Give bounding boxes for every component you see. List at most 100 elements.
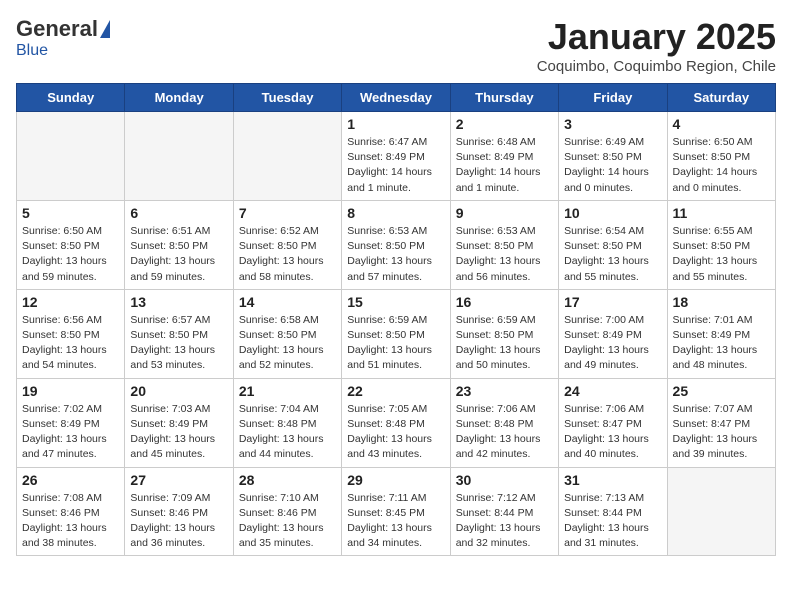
day-number: 11 xyxy=(673,205,770,221)
calendar-cell: 16Sunrise: 6:59 AM Sunset: 8:50 PM Dayli… xyxy=(450,289,558,378)
day-number: 31 xyxy=(564,472,661,488)
calendar-cell: 22Sunrise: 7:05 AM Sunset: 8:48 PM Dayli… xyxy=(342,378,450,467)
day-of-week-header: Monday xyxy=(125,84,233,112)
day-info: Sunrise: 6:59 AM Sunset: 8:50 PM Dayligh… xyxy=(347,313,444,374)
calendar-table: SundayMondayTuesdayWednesdayThursdayFrid… xyxy=(16,83,776,556)
calendar-cell: 8 Sunrise: 6:53 AM Sunset: 8:50 PM Daylig… xyxy=(342,200,450,289)
calendar-cell: 14 Sunrise: 6:58 AM Sunset: 8:50 PM Dayli… xyxy=(233,289,341,378)
day-number: 19 xyxy=(22,383,119,399)
calendar-cell: 4 Sunrise: 6:50 AM Sunset: 8:50 PM Daylig… xyxy=(667,112,775,201)
day-number: 13 xyxy=(130,294,227,310)
calendar-cell: 18 Sunrise: 7:01 AM Sunset: 8:49 PM Dayli… xyxy=(667,289,775,378)
day-number: 27 xyxy=(130,472,227,488)
logo-blue-text: Blue xyxy=(16,42,48,60)
day-info: Sunrise: 7:10 AM Sunset: 8:46 PM Dayligh… xyxy=(239,491,336,552)
day-info: Sunrise: 7:06 AM Sunset: 8:48 PM Dayligh… xyxy=(456,402,553,463)
day-info: Sunrise: 6:57 AM Sunset: 8:50 PM Dayligh… xyxy=(130,313,227,374)
day-of-week-header: Saturday xyxy=(667,84,775,112)
calendar-cell: 9 Sunrise: 6:53 AM Sunset: 8:50 PM Daylig… xyxy=(450,200,558,289)
calendar-cell: 23 Sunrise: 7:06 AM Sunset: 8:48 PM Dayli… xyxy=(450,378,558,467)
day-info: Sunrise: 7:07 AM Sunset: 8:47 PM Dayligh… xyxy=(673,402,770,463)
day-number: 5 xyxy=(22,205,119,221)
calendar-cell: 17 Sunrise: 7:00 AM Sunset: 8:49 PM Dayli… xyxy=(559,289,667,378)
title-block: January 2025 Coquimbo, Coquimbo Region, … xyxy=(537,16,776,75)
calendar-cell xyxy=(233,112,341,201)
logo-general-text: General xyxy=(16,16,98,42)
day-number: 17 xyxy=(564,294,661,310)
day-info: Sunrise: 7:02 AM Sunset: 8:49 PM Dayligh… xyxy=(22,402,119,463)
calendar-cell: 7 Sunrise: 6:52 AM Sunset: 8:50 PM Daylig… xyxy=(233,200,341,289)
calendar-cell xyxy=(125,112,233,201)
day-info: Sunrise: 7:08 AM Sunset: 8:46 PM Dayligh… xyxy=(22,491,119,552)
day-number: 9 xyxy=(456,205,553,221)
day-info: Sunrise: 6:58 AM Sunset: 8:50 PM Dayligh… xyxy=(239,313,336,374)
day-number: 6 xyxy=(130,205,227,221)
day-info: Sunrise: 6:49 AM Sunset: 8:50 PM Dayligh… xyxy=(564,135,661,196)
day-info: Sunrise: 6:47 AM Sunset: 8:49 PM Dayligh… xyxy=(347,135,444,196)
day-number: 7 xyxy=(239,205,336,221)
day-of-week-header: Friday xyxy=(559,84,667,112)
day-info: Sunrise: 6:50 AM Sunset: 8:50 PM Dayligh… xyxy=(22,224,119,285)
calendar-cell: 12 Sunrise: 6:56 AM Sunset: 8:50 PM Dayli… xyxy=(17,289,125,378)
week-row: 26 Sunrise: 7:08 AM Sunset: 8:46 PM Dayli… xyxy=(17,467,776,556)
calendar-cell: 11 Sunrise: 6:55 AM Sunset: 8:50 PM Dayli… xyxy=(667,200,775,289)
calendar-cell: 5 Sunrise: 6:50 AM Sunset: 8:50 PM Daylig… xyxy=(17,200,125,289)
calendar-subtitle: Coquimbo, Coquimbo Region, Chile xyxy=(537,58,776,75)
week-row: 12 Sunrise: 6:56 AM Sunset: 8:50 PM Dayli… xyxy=(17,289,776,378)
calendar-cell: 2 Sunrise: 6:48 AM Sunset: 8:49 PM Daylig… xyxy=(450,112,558,201)
day-number: 21 xyxy=(239,383,336,399)
day-info: Sunrise: 6:48 AM Sunset: 8:49 PM Dayligh… xyxy=(456,135,553,196)
day-info: Sunrise: 6:56 AM Sunset: 8:50 PM Dayligh… xyxy=(22,313,119,374)
logo-triangle-icon xyxy=(100,20,110,38)
calendar-cell: 21 Sunrise: 7:04 AM Sunset: 8:48 PM Dayli… xyxy=(233,378,341,467)
calendar-cell: 1 Sunrise: 6:47 AM Sunset: 8:49 PM Daylig… xyxy=(342,112,450,201)
day-number: 18 xyxy=(673,294,770,310)
calendar-cell: 30 Sunrise: 7:12 AM Sunset: 8:44 PM Dayli… xyxy=(450,467,558,556)
day-info: Sunrise: 7:01 AM Sunset: 8:49 PM Dayligh… xyxy=(673,313,770,374)
day-number: 14 xyxy=(239,294,336,310)
calendar-cell: 24Sunrise: 7:06 AM Sunset: 8:47 PM Dayli… xyxy=(559,378,667,467)
day-number: 23 xyxy=(456,383,553,399)
day-info: Sunrise: 6:52 AM Sunset: 8:50 PM Dayligh… xyxy=(239,224,336,285)
day-number: 15 xyxy=(347,294,444,310)
calendar-cell: 15 Sunrise: 6:59 AM Sunset: 8:50 PM Dayli… xyxy=(342,289,450,378)
calendar-cell: 29Sunrise: 7:11 AM Sunset: 8:45 PM Dayli… xyxy=(342,467,450,556)
calendar-cell: 28 Sunrise: 7:10 AM Sunset: 8:46 PM Dayli… xyxy=(233,467,341,556)
day-number: 25 xyxy=(673,383,770,399)
day-info: Sunrise: 6:50 AM Sunset: 8:50 PM Dayligh… xyxy=(673,135,770,196)
day-number: 3 xyxy=(564,116,661,132)
day-info: Sunrise: 6:53 AM Sunset: 8:50 PM Dayligh… xyxy=(347,224,444,285)
day-of-week-header: Wednesday xyxy=(342,84,450,112)
week-row: 19 Sunrise: 7:02 AM Sunset: 8:49 PM Dayli… xyxy=(17,378,776,467)
day-info: Sunrise: 7:09 AM Sunset: 8:46 PM Dayligh… xyxy=(130,491,227,552)
week-row: 1 Sunrise: 6:47 AM Sunset: 8:49 PM Daylig… xyxy=(17,112,776,201)
week-row: 5 Sunrise: 6:50 AM Sunset: 8:50 PM Daylig… xyxy=(17,200,776,289)
day-number: 4 xyxy=(673,116,770,132)
day-number: 8 xyxy=(347,205,444,221)
day-number: 26 xyxy=(22,472,119,488)
calendar-cell xyxy=(17,112,125,201)
day-info: Sunrise: 6:54 AM Sunset: 8:50 PM Dayligh… xyxy=(564,224,661,285)
day-info: Sunrise: 6:55 AM Sunset: 8:50 PM Dayligh… xyxy=(673,224,770,285)
day-number: 28 xyxy=(239,472,336,488)
day-info: Sunrise: 7:03 AM Sunset: 8:49 PM Dayligh… xyxy=(130,402,227,463)
day-of-week-header: Sunday xyxy=(17,84,125,112)
day-info: Sunrise: 7:12 AM Sunset: 8:44 PM Dayligh… xyxy=(456,491,553,552)
logo: General Blue xyxy=(16,16,110,60)
page-header: General Blue January 2025 Coquimbo, Coqu… xyxy=(16,16,776,75)
day-number: 12 xyxy=(22,294,119,310)
calendar-cell: 27 Sunrise: 7:09 AM Sunset: 8:46 PM Dayli… xyxy=(125,467,233,556)
day-info: Sunrise: 6:59 AM Sunset: 8:50 PM Dayligh… xyxy=(456,313,553,374)
calendar-cell: 26 Sunrise: 7:08 AM Sunset: 8:46 PM Dayli… xyxy=(17,467,125,556)
day-info: Sunrise: 7:00 AM Sunset: 8:49 PM Dayligh… xyxy=(564,313,661,374)
day-number: 30 xyxy=(456,472,553,488)
day-number: 24 xyxy=(564,383,661,399)
day-number: 1 xyxy=(347,116,444,132)
calendar-cell: 25 Sunrise: 7:07 AM Sunset: 8:47 PM Dayli… xyxy=(667,378,775,467)
calendar-cell: 31Sunrise: 7:13 AM Sunset: 8:44 PM Dayli… xyxy=(559,467,667,556)
day-number: 2 xyxy=(456,116,553,132)
day-info: Sunrise: 7:04 AM Sunset: 8:48 PM Dayligh… xyxy=(239,402,336,463)
day-of-week-header: Thursday xyxy=(450,84,558,112)
calendar-cell: 3 Sunrise: 6:49 AM Sunset: 8:50 PM Daylig… xyxy=(559,112,667,201)
day-info: Sunrise: 6:53 AM Sunset: 8:50 PM Dayligh… xyxy=(456,224,553,285)
